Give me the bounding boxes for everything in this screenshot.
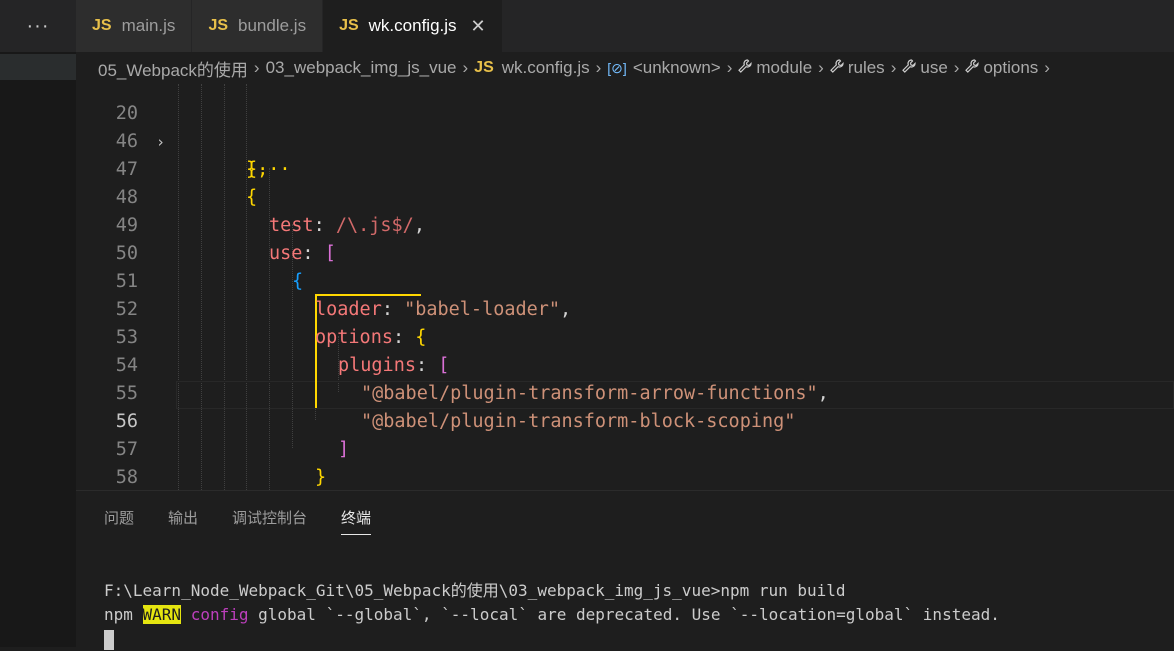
tab-label: main.js — [121, 16, 176, 35]
code-line: 48 test: /\.js$/, — [115, 187, 425, 236]
more-actions-icon[interactable]: ··· — [0, 0, 76, 52]
chevron-right-icon: › — [1044, 58, 1050, 77]
panel-tabs: 问题 输出 调试控制台 终端 — [104, 507, 372, 535]
js-file-icon: JS — [339, 17, 359, 34]
tab-label: bundle.js — [238, 16, 307, 35]
breadcrumb-item-module[interactable]: module — [756, 58, 812, 78]
breadcrumb: 05_Webpack的使用 › 03_webpack_img_js_vue › … — [76, 52, 1174, 84]
code-line: 54 "@babel/plugin-transform-arrow-functi… — [115, 355, 829, 404]
warn-badge: WARN — [142, 605, 182, 624]
wrench-icon — [738, 59, 752, 77]
chevron-right-icon: › — [462, 58, 469, 77]
chevron-right-icon: › — [818, 58, 824, 77]
wrench-icon — [829, 59, 844, 77]
terminal-warning-text: global `--global`, `--local` are depreca… — [248, 605, 1000, 624]
code-line: 20 › {··· — [115, 103, 291, 180]
breadcrumb-item-options[interactable]: options — [983, 58, 1038, 78]
config-label: config — [190, 605, 249, 624]
code-line: 49 use: [ — [115, 215, 336, 264]
tab-problems[interactable]: 问题 — [104, 507, 134, 535]
object-icon: [⊘] — [607, 59, 627, 76]
terminal-output[interactable]: F:\Learn_Node_Webpack_Git\05_Webpack的使用\… — [104, 579, 1000, 651]
terminal-command-line: F:\Learn_Node_Webpack_Git\05_Webpack的使用\… — [104, 581, 846, 600]
code-line: 47 { — [115, 159, 258, 208]
activity-selection — [0, 54, 76, 80]
js-file-icon: JS — [474, 59, 494, 76]
tab-main-js[interactable]: JS main.js — [76, 0, 193, 52]
tab-output[interactable]: 输出 — [168, 507, 198, 535]
chevron-right-icon: › — [953, 58, 960, 77]
tab-terminal[interactable]: 终端 — [341, 507, 372, 535]
breadcrumb-item-folder[interactable]: 05_Webpack的使用 — [98, 56, 248, 81]
breadcrumb-item-unknown[interactable]: <unknown> — [633, 58, 721, 78]
code-line: 58 } — [115, 467, 138, 488]
code-line: 53 plugins: [ — [115, 327, 450, 376]
code-line: 46 }, — [115, 131, 269, 180]
tab-label: wk.config.js — [368, 16, 457, 35]
tab-debug-console[interactable]: 调试控制台 — [232, 507, 307, 535]
code-line: 52 options: { — [115, 299, 427, 348]
code-line: 50 { — [115, 243, 304, 292]
close-icon[interactable]: ✕ — [471, 16, 486, 37]
breadcrumb-item-subfolder[interactable]: 03_webpack_img_js_vue — [266, 58, 457, 78]
chevron-right-icon: › — [890, 58, 897, 77]
chevron-right-icon: › — [726, 58, 733, 77]
bottom-panel: 问题 输出 调试控制台 终端 F:\Learn_Node_Webpack_Git… — [76, 490, 1174, 651]
breadcrumb-item-rules[interactable]: rules — [848, 58, 885, 78]
code-line: 55 "@babel/plugin-transform-block-scopin… — [115, 383, 796, 432]
breadcrumb-item-file[interactable]: wk.config.js — [502, 58, 590, 78]
code-line: 51 loader: "babel-loader", — [115, 271, 572, 320]
chevron-right-icon: › — [253, 58, 260, 77]
breadcrumb-item-use[interactable]: use — [920, 58, 947, 78]
code-line-current: 56 ] — [115, 411, 350, 460]
code-line: 57 } — [115, 439, 327, 488]
wrench-icon — [902, 59, 916, 77]
tab-bundle-js[interactable]: JS bundle.js — [192, 0, 324, 52]
editor-tab-bar: ··· JS main.js JS bundle.js JS wk.config… — [0, 0, 1174, 52]
code-line: 59 ] — [76, 464, 1174, 490]
terminal-npm-prefix: npm — [104, 605, 143, 624]
js-file-icon: JS — [208, 17, 229, 34]
js-file-icon: JS — [92, 17, 112, 34]
code-editor[interactable]: 20 › {··· 46 }, 47 { 48 test: /\.js$/, 4… — [76, 84, 1174, 490]
chevron-right-icon: › — [595, 58, 602, 77]
wrench-icon — [965, 59, 980, 77]
activity-bar — [0, 0, 76, 647]
tab-wk-config-js[interactable]: JS wk.config.js ✕ — [323, 0, 503, 52]
